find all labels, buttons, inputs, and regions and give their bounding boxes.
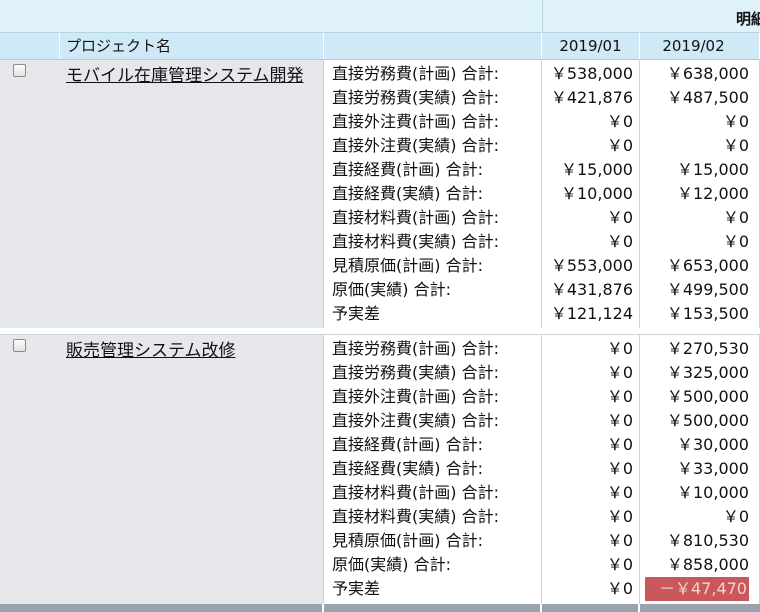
value-cell: ￥0 [606, 459, 633, 478]
cost-item-labels: 直接労務費(計画) 合計: 直接労務費(実績) 合計: 直接外注費(計画) 合計… [324, 335, 542, 605]
project-name-cell: モバイル在庫管理システム開発 [0, 60, 324, 328]
value-cell: ￥638,000 [666, 64, 749, 83]
value-cell: ￥0 [722, 208, 749, 227]
cost-item-label: 原価(実績) 合計: [332, 280, 451, 299]
value-cell: ￥12,000 [677, 184, 749, 203]
group-label: 明細 [736, 10, 760, 28]
cost-item-label: 原価(実績) 合計: [332, 555, 451, 574]
project-name-link[interactable]: モバイル在庫管理システム開発 [66, 61, 304, 86]
value-cell: ￥325,000 [666, 363, 749, 382]
value-cell: ￥0 [606, 232, 633, 251]
row-checkbox[interactable] [13, 64, 26, 77]
value-cell: ￥0 [606, 208, 633, 227]
project-name-link[interactable]: 販売管理システム改修 [66, 336, 236, 361]
column-group-spacer [0, 0, 543, 32]
project-row: 販売管理システム改修 直接労務費(計画) 合計: 直接労務費(実績) 合計: 直… [0, 334, 760, 605]
value-cell: ￥15,000 [561, 160, 633, 179]
cost-item-label: 直接外注費(計画) 合計: [332, 112, 499, 131]
cost-item-label: 直接外注費(実績) 合計: [332, 136, 499, 155]
negative-variance-cell: －￥47,470 [645, 577, 749, 601]
value-cell: ￥431,876 [550, 280, 633, 299]
value-cell: ￥653,000 [666, 256, 749, 275]
value-cell: ￥33,000 [677, 459, 749, 478]
header-month-2[interactable]: 2019/02 [640, 33, 760, 59]
footer-bar [0, 604, 760, 612]
column-header-row: プロジェクト名 2019/01 2019/02 [0, 33, 760, 60]
value-cell: ￥0 [722, 507, 749, 526]
project-row: モバイル在庫管理システム開発 直接労務費(計画) 合計: 直接労務費(実績) 合… [0, 60, 760, 328]
value-cell: ￥15,000 [677, 160, 749, 179]
value-cell: ￥0 [606, 112, 633, 131]
value-cell: ￥538,000 [550, 64, 633, 83]
cost-item-label: 予実差 [332, 579, 381, 598]
footer-bar-segment [324, 604, 542, 612]
header-month-1[interactable]: 2019/01 [542, 33, 640, 59]
value-cell: ￥0 [606, 579, 633, 598]
value-cell: ￥487,500 [666, 88, 749, 107]
footer-bar-segment [542, 604, 640, 612]
cost-item-label: 直接外注費(実績) 合計: [332, 411, 499, 430]
cost-item-label: 見積原価(計画) 合計: [332, 256, 483, 275]
value-cell: ￥0 [722, 112, 749, 131]
month-1-values: ￥538,000 ￥421,876 ￥0 ￥0 ￥15,000 ￥10,000 … [542, 60, 640, 328]
project-name-cell: 販売管理システム改修 [0, 335, 324, 605]
value-cell: ￥270,530 [666, 339, 749, 358]
cost-item-label: 直接材料費(計画) 合計: [332, 483, 499, 502]
value-cell: ￥421,876 [550, 88, 633, 107]
value-cell: ￥0 [722, 136, 749, 155]
value-cell: ￥0 [606, 507, 633, 526]
month-2-values: ￥270,530 ￥325,000 ￥500,000 ￥500,000 ￥30,… [640, 335, 760, 605]
value-cell: ￥0 [606, 363, 633, 382]
month-2-values: ￥638,000 ￥487,500 ￥0 ￥0 ￥15,000 ￥12,000 … [640, 60, 760, 328]
value-cell: ￥553,000 [550, 256, 633, 275]
value-cell: ￥500,000 [666, 411, 749, 430]
cost-item-label: 直接労務費(実績) 合計: [332, 88, 499, 107]
month-1-values: ￥0 ￥0 ￥0 ￥0 ￥0 ￥0 ￥0 ￥0 ￥0 ￥0 ￥0 [542, 335, 640, 605]
cost-item-label: 直接材料費(実績) 合計: [332, 507, 499, 526]
value-cell: ￥0 [722, 232, 749, 251]
value-cell: ￥810,530 [666, 531, 749, 550]
cost-item-label: 直接経費(計画) 合計: [332, 160, 483, 179]
footer-bar-segment [0, 604, 324, 612]
value-cell: ￥10,000 [561, 184, 633, 203]
cost-item-label: 直接労務費(実績) 合計: [332, 363, 499, 382]
header-project-name[interactable]: プロジェクト名 [60, 33, 324, 59]
value-cell: ￥500,000 [666, 387, 749, 406]
cost-item-label: 直接労務費(計画) 合計: [332, 339, 499, 358]
value-cell: ￥0 [606, 339, 633, 358]
value-cell: ￥0 [606, 435, 633, 454]
value-cell: ￥30,000 [677, 435, 749, 454]
cost-item-label: 直接経費(実績) 合計: [332, 459, 483, 478]
value-cell: ￥0 [606, 555, 633, 574]
cost-item-label: 直接外注費(計画) 合計: [332, 387, 499, 406]
value-cell: ￥153,500 [666, 304, 749, 323]
row-checkbox[interactable] [13, 339, 26, 352]
value-cell: ￥0 [606, 411, 633, 430]
header-checkbox-cell [0, 33, 60, 59]
cost-item-label: 直接労務費(計画) 合計: [332, 64, 499, 83]
value-cell: ￥499,500 [666, 280, 749, 299]
value-cell: ￥0 [606, 387, 633, 406]
cost-item-label: 予実差 [332, 304, 381, 323]
cost-item-label: 直接経費(計画) 合計: [332, 435, 483, 454]
value-cell: ￥10,000 [677, 483, 749, 502]
cost-item-label: 直接材料費(実績) 合計: [332, 232, 499, 251]
header-item-cell [324, 33, 542, 59]
cost-item-label: 直接経費(実績) 合計: [332, 184, 483, 203]
cost-item-label: 見積原価(計画) 合計: [332, 531, 483, 550]
cost-item-label: 直接材料費(計画) 合計: [332, 208, 499, 227]
cost-item-labels: 直接労務費(計画) 合計: 直接労務費(実績) 合計: 直接外注費(計画) 合計… [324, 60, 542, 328]
column-group-header: 明細 [0, 0, 760, 33]
value-cell: ￥0 [606, 483, 633, 502]
value-cell: ￥0 [606, 136, 633, 155]
value-cell: ￥0 [606, 531, 633, 550]
value-cell: ￥121,124 [550, 304, 633, 323]
value-cell: ￥858,000 [666, 555, 749, 574]
